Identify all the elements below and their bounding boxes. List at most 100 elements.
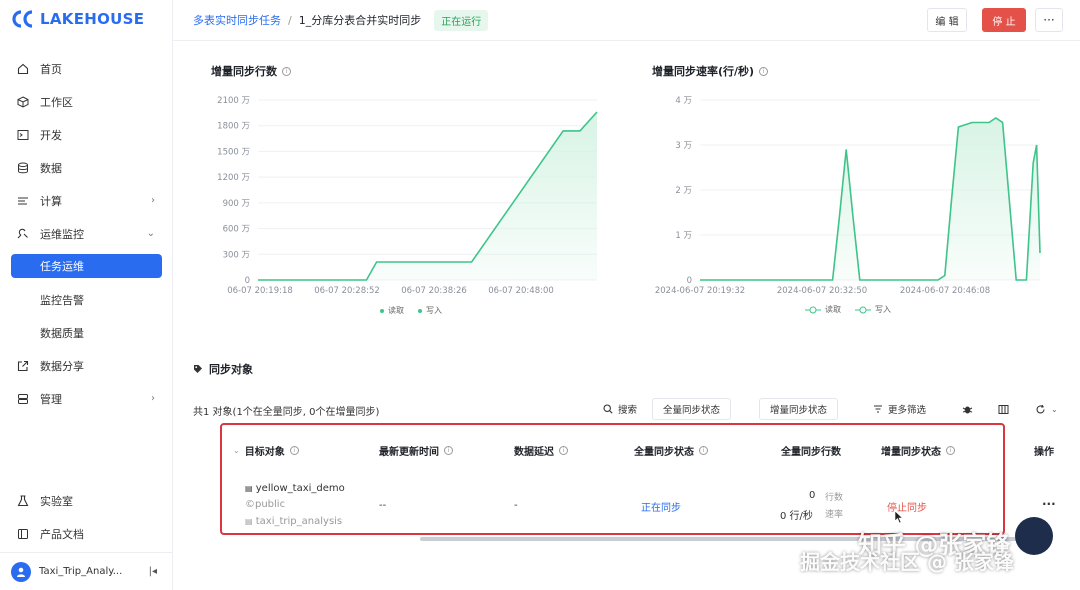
y-tick-label: 4 万	[675, 96, 692, 106]
y-tick-label: 3 万	[675, 141, 692, 151]
column-settings-button[interactable]	[998, 398, 1009, 420]
assistant-bubble-icon[interactable]	[1015, 517, 1053, 555]
col-header-label: 全量同步状态	[634, 447, 694, 458]
user-icon	[17, 567, 25, 577]
search-button[interactable]: 搜索	[603, 398, 637, 420]
col-header-label: 目标对象	[244, 447, 285, 458]
y-tick-label: 1200 万	[217, 173, 250, 183]
manage-icon	[17, 393, 29, 405]
sidebar-item-label: 管理	[40, 392, 62, 406]
full-status-cell[interactable]: 正在同步	[641, 499, 681, 514]
search-icon	[603, 404, 613, 414]
full-status-filter[interactable]: 全量同步状态	[652, 398, 732, 420]
y-tick-label: 0	[245, 276, 250, 286]
info-icon: i	[559, 446, 568, 455]
x-tick-label: 2024-06-07 20:46:08	[900, 286, 990, 296]
filter-icon	[874, 405, 882, 413]
y-tick-label: 2 万	[675, 186, 692, 196]
refresh-button[interactable]: ⌄	[1035, 398, 1058, 420]
sidebar-item-data-share[interactable]: 数据分享	[0, 349, 173, 382]
col-header-full-status[interactable]: 全量同步状态 i	[634, 443, 708, 458]
more-filter-label: 更多筛选	[888, 405, 927, 416]
flask-icon	[17, 494, 29, 507]
refresh-icon	[1036, 404, 1045, 413]
updated-cell: --	[379, 500, 387, 511]
col-header-ops: 操作	[1034, 443, 1054, 458]
info-icon: i	[946, 446, 955, 455]
col-header-label: 操作	[1034, 447, 1054, 458]
x-tick-label: 06-07 20:28:52	[314, 286, 380, 296]
full-rows-unit: 行数	[825, 493, 844, 503]
col-header-updated[interactable]: 最新更新时间 i	[379, 443, 453, 458]
tag-icon	[194, 365, 202, 373]
book-icon	[17, 528, 29, 540]
legend-item-read[interactable]: 读取	[380, 305, 404, 316]
series-area-读取	[258, 112, 597, 280]
full-status-filter-label: 全量同步状态	[652, 398, 732, 420]
x-tick-label: 2024-06-07 20:32:50	[777, 286, 867, 296]
col-header-incr-status[interactable]: 增量同步状态 i	[881, 443, 955, 458]
search-label: 搜索	[618, 405, 638, 416]
col-header-label: 最新更新时间	[379, 447, 439, 458]
series-area-读取	[700, 118, 1040, 280]
sidebar-item-label: 数据分享	[40, 359, 84, 373]
schema-icon: ©	[245, 499, 255, 510]
info-icon: i	[699, 446, 708, 455]
target-schema-cell: ©public	[245, 499, 285, 510]
target-schema-name: public	[255, 499, 286, 510]
y-tick-label: 900 万	[223, 199, 250, 209]
y-tick-label: 0	[687, 276, 692, 286]
y-tick-label: 1800 万	[217, 122, 250, 132]
full-rows-value: 0	[809, 490, 816, 501]
workspace-icon: ▤	[245, 517, 253, 526]
col-header-delay[interactable]: 数据延迟 i	[514, 443, 568, 458]
col-header-target[interactable]: ⌄ 目标对象 i	[233, 443, 299, 458]
x-tick-label: 2024-06-07 20:19:32	[655, 286, 745, 296]
table-icon: ▤	[245, 484, 253, 493]
legend-item-read[interactable]: 读取	[805, 304, 841, 315]
row-more-button[interactable]: ···	[1042, 497, 1056, 511]
y-tick-label: 300 万	[223, 250, 250, 260]
chevron-right-icon: ›	[151, 393, 155, 404]
sidebar-item-manage[interactable]: 管理 ›	[0, 382, 173, 415]
cursor-icon	[894, 510, 904, 524]
rows-chart-legend: 读取 写入	[380, 305, 442, 316]
col-header-label: 全量同步行数	[781, 447, 841, 458]
collapse-sidebar-icon[interactable]: |◂	[149, 566, 157, 577]
chevron-down-icon: ⌄	[1051, 404, 1058, 414]
y-tick-label: 1 万	[675, 231, 692, 241]
rate-chart-legend: 读取 写入	[805, 304, 891, 315]
sync-objects-title-text: 同步对象	[209, 363, 253, 376]
sidebar-item-docs[interactable]: 产品文档	[0, 517, 173, 550]
target-workspace-cell: ▤ taxi_trip_analysis	[245, 516, 342, 527]
legend-item-write[interactable]: 写入	[418, 305, 442, 316]
info-icon: i	[289, 446, 299, 455]
bug-icon	[962, 406, 973, 413]
sync-summary: 共1 对象(1个在全量同步, 0个在增量同步)	[193, 407, 380, 418]
incr-status-filter-label: 增量同步状态	[759, 398, 839, 420]
incr-status-filter[interactable]: 增量同步状态	[759, 398, 839, 420]
target-workspace-name: taxi_trip_analysis	[255, 516, 343, 527]
x-tick-label: 06-07 20:19:18	[227, 286, 293, 296]
legend-item-write[interactable]: 写入	[855, 304, 891, 315]
delay-cell: -	[514, 500, 518, 511]
y-tick-label: 2100 万	[217, 96, 250, 106]
rate-value: 0 行/秒	[780, 511, 813, 522]
watermark-line2: 掘金技术社区 @ 张家锋	[800, 550, 1014, 574]
col-header-full-rows[interactable]: 全量同步行数	[781, 443, 841, 458]
sidebar-item-lab[interactable]: 实验室	[0, 484, 173, 517]
chevron-down-icon: ⌄	[233, 446, 240, 455]
target-table-cell[interactable]: ▤ yellow_taxi_demo	[245, 483, 345, 494]
col-header-label: 增量同步状态	[881, 447, 941, 458]
rate-unit: 速率	[825, 510, 844, 520]
bug-icon-button[interactable]	[962, 398, 973, 420]
sidebar-item-label: 产品文档	[40, 527, 84, 541]
more-filter-button[interactable]: 更多筛选	[873, 398, 926, 420]
share-icon	[17, 360, 29, 372]
incr-status-cell[interactable]: 停止同步	[887, 499, 927, 514]
y-tick-label: 600 万	[223, 225, 250, 235]
workspace-name: Taxi_Trip_Analy...	[39, 566, 123, 577]
y-tick-label: 1500 万	[217, 147, 250, 157]
workspace-switcher[interactable]: Taxi_Trip_Analy... |◂	[0, 552, 173, 590]
charts-canvas: 0 300 万 600 万 900 万 1200 万 1500 万 1800 万 2100 万…	[217, 96, 1041, 296]
